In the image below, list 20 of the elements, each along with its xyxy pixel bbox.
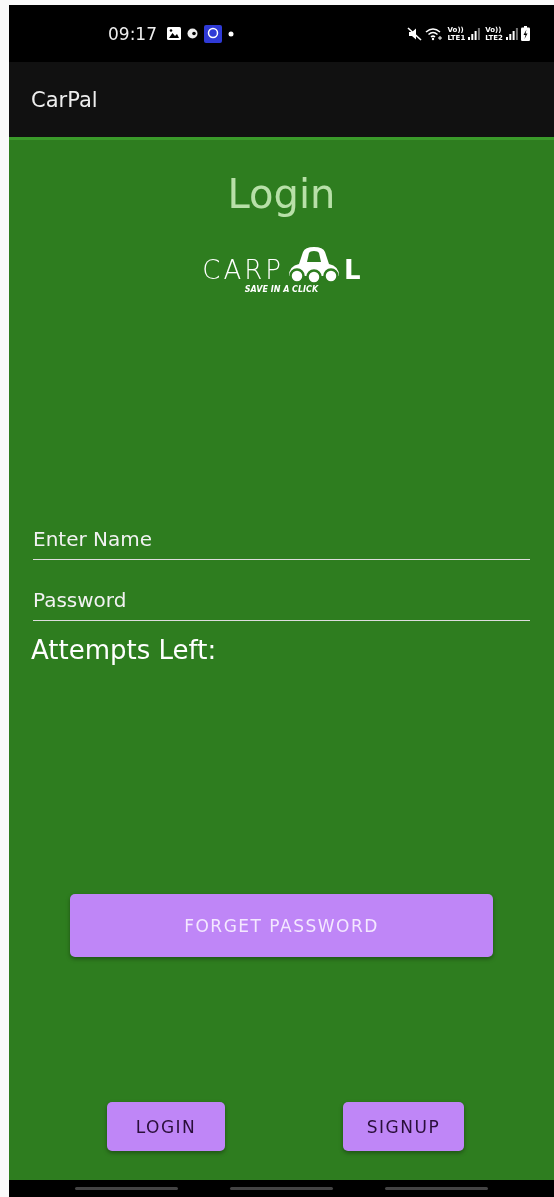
mute-icon: [406, 26, 422, 41]
app-icon: [204, 24, 222, 43]
signal-icon: [506, 27, 518, 40]
notification-icon: [187, 28, 198, 39]
login-button[interactable]: LOGIN: [107, 1102, 225, 1151]
logo-text: L: [344, 256, 361, 284]
signup-button[interactable]: SIGNUP: [343, 1102, 464, 1151]
logo-text: CARP: [202, 256, 285, 284]
signal-icon: [468, 27, 481, 40]
login-heading: Login: [227, 170, 336, 218]
app-title: CarPal: [31, 87, 98, 112]
image-icon: [167, 27, 181, 40]
password-field[interactable]: Password: [33, 582, 530, 621]
status-time: 09:17: [108, 23, 157, 44]
dot-icon: [228, 30, 234, 37]
wifi-icon: [424, 26, 443, 41]
logo-tagline: SAVE IN A CLICK: [244, 285, 319, 294]
attempts-label: Attempts Left:: [31, 635, 217, 665]
name-field[interactable]: Enter Name: [33, 521, 530, 560]
battery-icon: [521, 26, 530, 41]
